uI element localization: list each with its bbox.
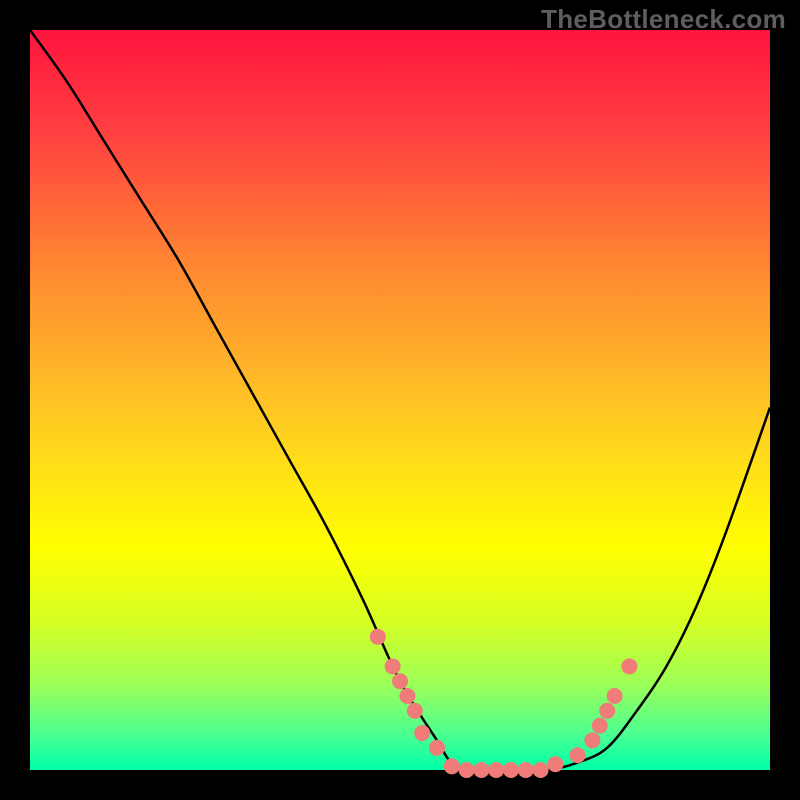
chart-frame: TheBottleneck.com [0,0,800,800]
data-point [459,762,475,778]
data-point [385,658,401,674]
data-point [407,703,423,719]
data-point [584,732,600,748]
data-point [599,703,615,719]
data-point [547,756,563,772]
data-point [592,718,608,734]
plot-area [30,30,770,770]
data-point [621,658,637,674]
data-point [370,629,386,645]
data-point [392,673,408,689]
data-point [488,762,504,778]
data-point [399,688,415,704]
data-point [414,725,430,741]
data-point [607,688,623,704]
data-point [429,740,445,756]
data-point [444,758,460,774]
data-point [570,747,586,763]
plot-svg [30,30,770,770]
watermark-text: TheBottleneck.com [541,4,786,35]
data-point [503,762,519,778]
data-point [518,762,534,778]
curve-line [30,30,770,771]
data-point [473,762,489,778]
data-point [533,762,549,778]
